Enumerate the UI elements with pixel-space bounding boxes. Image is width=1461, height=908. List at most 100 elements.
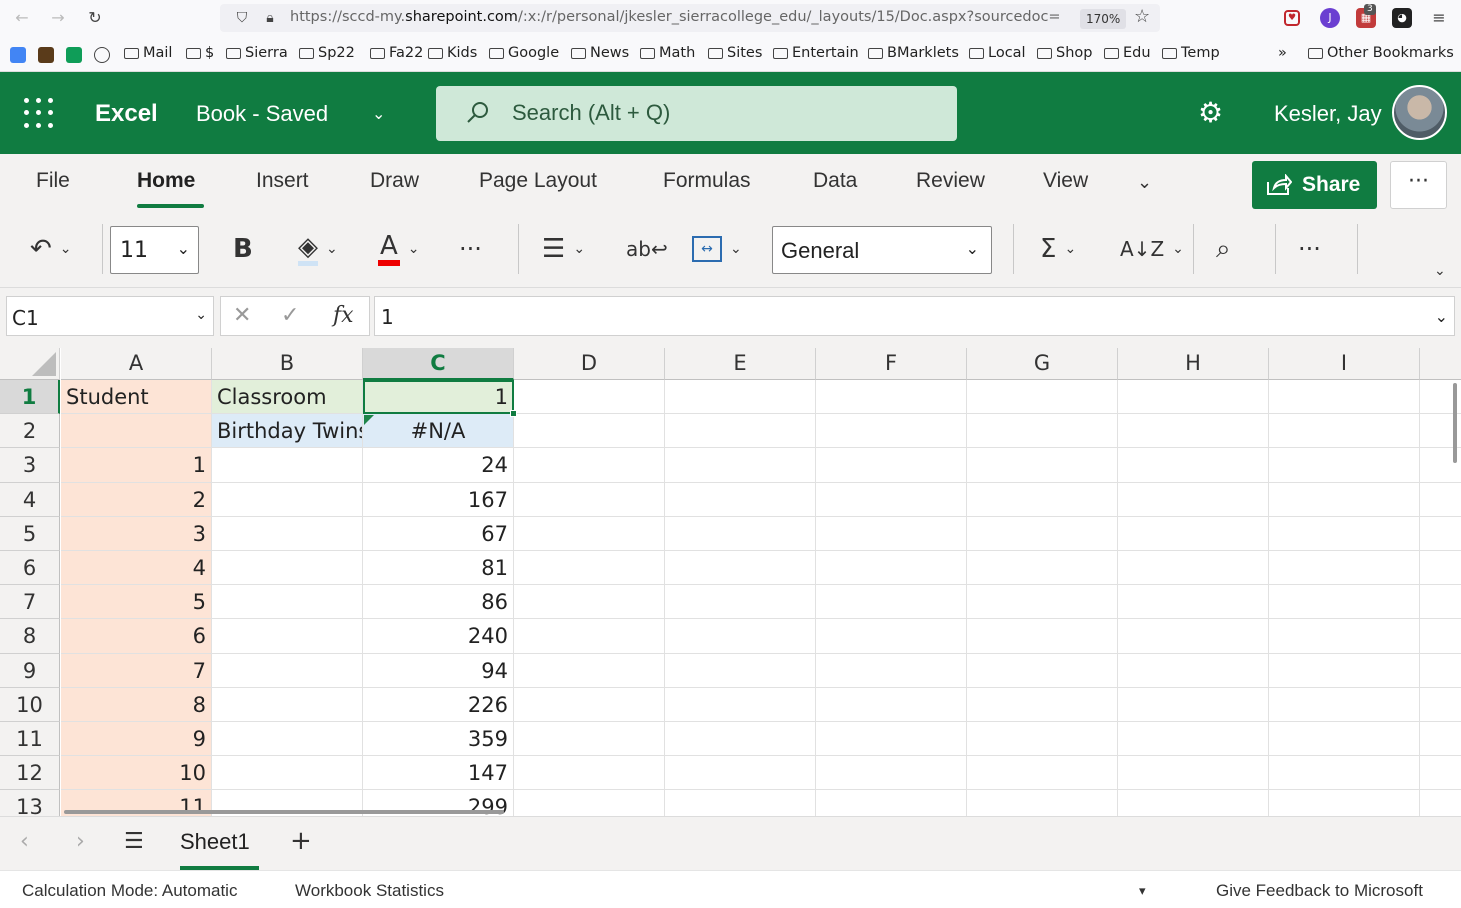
cell-e12[interactable] (665, 756, 816, 791)
cell-c5[interactable]: 67 (363, 516, 514, 551)
more-commands-icon[interactable]: ··· (1298, 228, 1321, 270)
zoom-badge[interactable]: 170% (1080, 9, 1127, 29)
cell-f12[interactable] (816, 756, 967, 791)
tab-review[interactable]: Review (916, 169, 985, 193)
tab-home[interactable]: Home (137, 169, 195, 193)
cell-h1[interactable] (1118, 380, 1269, 415)
cell-d9[interactable] (514, 653, 665, 688)
row-header[interactable]: 12 (0, 756, 60, 791)
cell-f5[interactable] (816, 516, 967, 551)
gear-icon[interactable]: ⚙ (1198, 99, 1228, 129)
spreadsheet-grid[interactable]: A B C D E F G H I 1 Student Classroom 1 2 Birthday Twi… (0, 348, 1461, 816)
cell-d10[interactable] (514, 687, 665, 722)
cell-h12[interactable] (1118, 756, 1269, 791)
cell-g2[interactable] (967, 414, 1118, 449)
cell-a11[interactable]: 9 (61, 722, 212, 757)
calculation-mode[interactable]: Calculation Mode: Automatic (22, 881, 237, 901)
more-font-options-icon[interactable]: ··· (459, 228, 482, 270)
app-launcher-icon[interactable] (24, 98, 54, 128)
column-header-a[interactable]: A (61, 348, 212, 380)
bookmark-folder[interactable]: Google (489, 45, 559, 61)
cell-f7[interactable] (816, 585, 967, 620)
row-header[interactable]: 7 (0, 585, 60, 620)
cell-h9[interactable] (1118, 653, 1269, 688)
cell-g11[interactable] (967, 722, 1118, 757)
cell-h5[interactable] (1118, 516, 1269, 551)
forward-icon[interactable]: → (46, 6, 70, 30)
font-color-button[interactable]: A ⌄ (378, 228, 420, 270)
vertical-scrollbar[interactable] (1453, 383, 1457, 463)
cell-g9[interactable] (967, 653, 1118, 688)
prev-sheet-icon[interactable]: ‹ (20, 829, 29, 854)
cell-b6[interactable] (212, 551, 363, 586)
more-options-button[interactable]: ··· (1390, 161, 1447, 209)
bookmark-folder[interactable]: Shop (1037, 45, 1092, 61)
cell-h6[interactable] (1118, 551, 1269, 586)
cell-f10[interactable] (816, 687, 967, 722)
cell-i7[interactable] (1269, 585, 1420, 620)
cell-d6[interactable] (514, 551, 665, 586)
cell-i5[interactable] (1269, 516, 1420, 551)
bookmark-folder[interactable]: Entertain (773, 45, 859, 61)
name-box[interactable]: C1 ⌄ (6, 296, 214, 336)
globe-favicon-icon[interactable] (94, 47, 110, 63)
cell-f13[interactable] (816, 790, 967, 816)
cell-c6[interactable]: 81 (363, 551, 514, 586)
bookmark-folder[interactable]: Edu (1104, 45, 1151, 61)
cell-b1[interactable]: Classroom (212, 380, 363, 415)
font-size-select[interactable]: 11 ⌄ (110, 226, 199, 274)
tab-data[interactable]: Data (813, 169, 857, 193)
tab-page-layout[interactable]: Page Layout (479, 169, 597, 193)
back-icon[interactable]: ← (10, 6, 34, 30)
cell-i3[interactable] (1269, 448, 1420, 483)
row-header[interactable]: 1 (0, 380, 60, 415)
cell-c7[interactable]: 86 (363, 585, 514, 620)
row-header[interactable]: 10 (0, 687, 60, 722)
pocket-icon[interactable]: ♥ (1284, 10, 1300, 26)
chevron-down-icon[interactable]: ▾ (1139, 883, 1146, 899)
cell-h2[interactable] (1118, 414, 1269, 449)
chevron-down-icon[interactable]: ⌄ (372, 104, 385, 123)
cell-a12[interactable]: 10 (61, 756, 212, 791)
user-name[interactable]: Kesler, Jay (1274, 101, 1382, 127)
avatar[interactable] (1392, 85, 1447, 140)
undo-button[interactable]: ↶ ⌄ (30, 228, 72, 270)
cell-c3[interactable]: 24 (363, 448, 514, 483)
cell-b11[interactable] (212, 722, 363, 757)
cell-h13[interactable] (1118, 790, 1269, 816)
cell-b3[interactable] (212, 448, 363, 483)
cell-d2[interactable] (514, 414, 665, 449)
cell-i8[interactable] (1269, 619, 1420, 654)
number-format-select[interactable]: General ⌄ (772, 226, 992, 274)
sort-filter-button[interactable]: A↓Z ⌄ (1120, 228, 1184, 270)
other-bookmarks[interactable]: Other Bookmarks (1308, 45, 1454, 61)
cell-i13[interactable] (1269, 790, 1420, 816)
cell-g3[interactable] (967, 448, 1118, 483)
cell-a3[interactable]: 1 (61, 448, 212, 483)
bookmark-folder[interactable]: Temp (1162, 45, 1220, 61)
cell-e2[interactable] (665, 414, 816, 449)
cell-a10[interactable]: 8 (61, 687, 212, 722)
cell-c10[interactable]: 226 (363, 687, 514, 722)
cell-b5[interactable] (212, 516, 363, 551)
column-header-d[interactable]: D (514, 348, 665, 380)
cell-e5[interactable] (665, 516, 816, 551)
cell-i10[interactable] (1269, 687, 1420, 722)
cell-a2[interactable] (61, 414, 212, 449)
menu-icon[interactable]: ≡ (1427, 6, 1451, 30)
fill-handle[interactable] (510, 410, 517, 418)
cell-e13[interactable] (665, 790, 816, 816)
cell-d12[interactable] (514, 756, 665, 791)
find-select-icon[interactable]: ⌕ (1216, 228, 1231, 270)
merge-button[interactable]: ↔ ⌄ (692, 228, 742, 270)
cell-a7[interactable]: 5 (61, 585, 212, 620)
all-sheets-menu-icon[interactable]: ☰ (124, 829, 144, 854)
cell-e7[interactable] (665, 585, 816, 620)
bookmark-folder[interactable]: Mail (124, 45, 172, 61)
tab-draw[interactable]: Draw (370, 169, 419, 193)
cell-c11[interactable]: 359 (363, 722, 514, 757)
cell-b7[interactable] (212, 585, 363, 620)
error-indicator-icon[interactable] (364, 415, 374, 426)
cell-c4[interactable]: 167 (363, 482, 514, 517)
cell-f2[interactable] (816, 414, 967, 449)
